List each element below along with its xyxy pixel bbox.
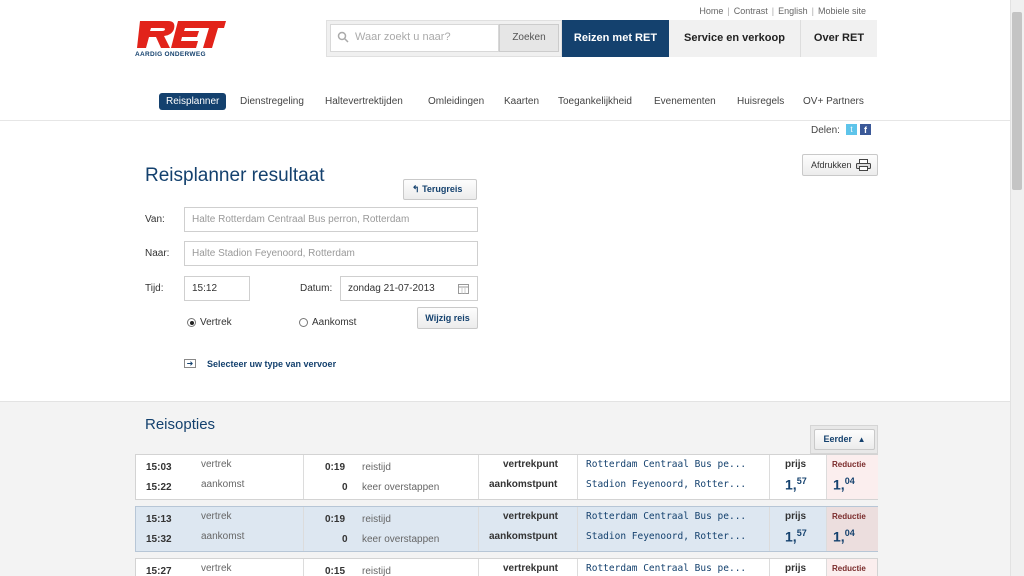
earlier-button[interactable]: Eerder ▲ bbox=[814, 429, 875, 450]
subnav: Reisplanner Dienstregeling Haltevertrekt… bbox=[0, 93, 1010, 110]
return-trip-button[interactable]: ↰ Terugreis bbox=[403, 179, 477, 200]
subnav-huisregels[interactable]: Huisregels bbox=[737, 93, 784, 110]
from-field[interactable]: Halte Rotterdam Centraal Bus perron, Rot… bbox=[184, 207, 478, 232]
transfers: 0 bbox=[342, 534, 348, 545]
to-field[interactable]: Halte Stadion Feyenoord, Rotterdam bbox=[184, 241, 478, 266]
search-icon bbox=[337, 31, 349, 43]
scrollbar-thumb[interactable] bbox=[1012, 12, 1022, 190]
topnav-over-ret[interactable]: Over RET bbox=[801, 20, 877, 57]
price-label: prijs bbox=[785, 511, 807, 522]
transfers-label: keer overstappen bbox=[362, 534, 440, 545]
utility-links: Home | Contrast | English | Mobiele site bbox=[699, 6, 866, 16]
page-title: Reisplanner resultaat bbox=[145, 165, 325, 186]
arr-time: 15:32 bbox=[146, 534, 172, 545]
duration-label: reistijd bbox=[362, 514, 391, 525]
journey-row[interactable]: 15:03 15:22 vertrek aankomst 0:19 0 reis… bbox=[135, 454, 878, 500]
from-stop: Rotterdam Centraal Bus pe... bbox=[586, 459, 747, 470]
to-stop: Stadion Feyenoord, Rotter... bbox=[586, 531, 747, 542]
reduction-label: Reductie bbox=[832, 460, 866, 469]
duration-label: reistijd bbox=[362, 462, 391, 473]
calendar-icon[interactable] bbox=[458, 283, 469, 294]
util-home-link[interactable]: Home bbox=[699, 6, 723, 16]
arr-label: aankomst bbox=[201, 531, 245, 542]
from-stop: Rotterdam Centraal Bus pe... bbox=[586, 511, 747, 522]
subnav-omleidingen[interactable]: Omleidingen bbox=[428, 93, 484, 110]
subnav-ov-partners[interactable]: OV+ Partners bbox=[803, 93, 864, 110]
from-label: Van: bbox=[145, 214, 165, 225]
price: 1,57 bbox=[785, 528, 807, 545]
time-field[interactable]: 15:12 bbox=[184, 276, 250, 301]
dep-time: 15:03 bbox=[146, 462, 172, 473]
divider bbox=[0, 120, 1010, 121]
dep-label: vertrek bbox=[201, 459, 232, 470]
date-field[interactable]: zondag 21-07-2013 bbox=[340, 276, 478, 301]
radio-arrive-label: Aankomst bbox=[312, 317, 357, 328]
time-label: Tijd: bbox=[145, 283, 164, 294]
facebook-icon[interactable]: f bbox=[860, 124, 871, 135]
util-contrast-link[interactable]: Contrast bbox=[734, 6, 768, 16]
dep-time: 15:27 bbox=[146, 566, 172, 576]
to-point-label: aankomstpunt bbox=[489, 479, 558, 490]
duration: 0:19 bbox=[325, 514, 346, 525]
transfers: 0 bbox=[342, 482, 348, 493]
from-point-label: vertrekpunt bbox=[503, 459, 559, 470]
radio-arrive[interactable] bbox=[299, 318, 308, 327]
reduction-price: 1,04 bbox=[833, 476, 855, 493]
to-stop: Stadion Feyenoord, Rotter... bbox=[586, 479, 747, 490]
search-button[interactable]: Zoeken bbox=[499, 24, 559, 52]
transport-type-link[interactable]: Selecteer uw type van vervoer bbox=[207, 359, 336, 369]
dep-label: vertrek bbox=[201, 511, 232, 522]
from-point-label: vertrekpunt bbox=[503, 563, 559, 574]
journey-row[interactable]: 15:27 vertrek 0:15 reistijd vertrekpunt … bbox=[135, 558, 878, 576]
price: 1,57 bbox=[785, 476, 807, 493]
util-english-link[interactable]: English bbox=[778, 6, 808, 16]
subnav-evenementen[interactable]: Evenementen bbox=[654, 93, 716, 110]
duration-label: reistijd bbox=[362, 566, 391, 576]
search-placeholder: Waar zoekt u naar? bbox=[355, 31, 451, 43]
change-trip-button[interactable]: Wijzig reis bbox=[417, 307, 478, 329]
logo-tagline: AARDIG ONDERWEG bbox=[135, 51, 206, 58]
from-stop: Rotterdam Centraal Bus pe... bbox=[586, 563, 747, 574]
price-label: prijs bbox=[785, 563, 807, 574]
reduction-price: 1,04 bbox=[833, 528, 855, 545]
subnav-dienstregeling[interactable]: Dienstregeling bbox=[240, 93, 304, 110]
share-label: Delen: bbox=[811, 125, 840, 136]
up-arrow-icon: ▲ bbox=[857, 435, 866, 444]
print-button-label: Afdrukken bbox=[811, 160, 852, 170]
earlier-label: Eerder bbox=[823, 434, 853, 444]
transfers-label: keer overstappen bbox=[362, 482, 440, 493]
radio-depart-label: Vertrek bbox=[200, 317, 232, 328]
arr-time: 15:22 bbox=[146, 482, 172, 493]
date-value: zondag 21-07-2013 bbox=[348, 283, 435, 294]
price-label: prijs bbox=[785, 459, 807, 470]
print-button[interactable]: Afdrukken bbox=[802, 154, 878, 176]
printer-icon bbox=[856, 159, 871, 171]
to-label: Naar: bbox=[145, 248, 170, 259]
subnav-haltevertrektijden[interactable]: Haltevertrektijden bbox=[325, 93, 403, 110]
reduction-label: Reductie bbox=[832, 564, 866, 573]
arr-label: aankomst bbox=[201, 479, 245, 490]
expand-arrow-icon[interactable]: ➜ bbox=[184, 359, 196, 368]
subnav-kaarten[interactable]: Kaarten bbox=[504, 93, 539, 110]
journey-row[interactable]: 15:13 15:32 vertrek aankomst 0:19 0 reis… bbox=[135, 506, 878, 552]
util-mobile-link[interactable]: Mobiele site bbox=[818, 6, 866, 16]
subnav-reisplanner[interactable]: Reisplanner bbox=[159, 93, 227, 110]
duration: 0:19 bbox=[325, 462, 346, 473]
date-label: Datum: bbox=[300, 283, 333, 294]
topnav-service[interactable]: Service en verkoop bbox=[669, 20, 801, 57]
from-point-label: vertrekpunt bbox=[503, 511, 559, 522]
results-title: Reisopties bbox=[145, 416, 216, 433]
reduction-label: Reductie bbox=[832, 512, 866, 521]
return-trip-label: Terugreis bbox=[422, 184, 463, 194]
dep-label: vertrek bbox=[201, 563, 232, 574]
twitter-icon[interactable]: t bbox=[846, 124, 857, 135]
topnav-reizen[interactable]: Reizen met RET bbox=[562, 20, 669, 57]
subnav-toegankelijkheid[interactable]: Toegankelijkheid bbox=[558, 93, 632, 110]
dep-time: 15:13 bbox=[146, 514, 172, 525]
to-point-label: aankomstpunt bbox=[489, 531, 558, 542]
return-arrow-icon: ↰ bbox=[412, 184, 420, 194]
radio-depart[interactable] bbox=[187, 318, 196, 327]
duration: 0:15 bbox=[325, 566, 346, 576]
